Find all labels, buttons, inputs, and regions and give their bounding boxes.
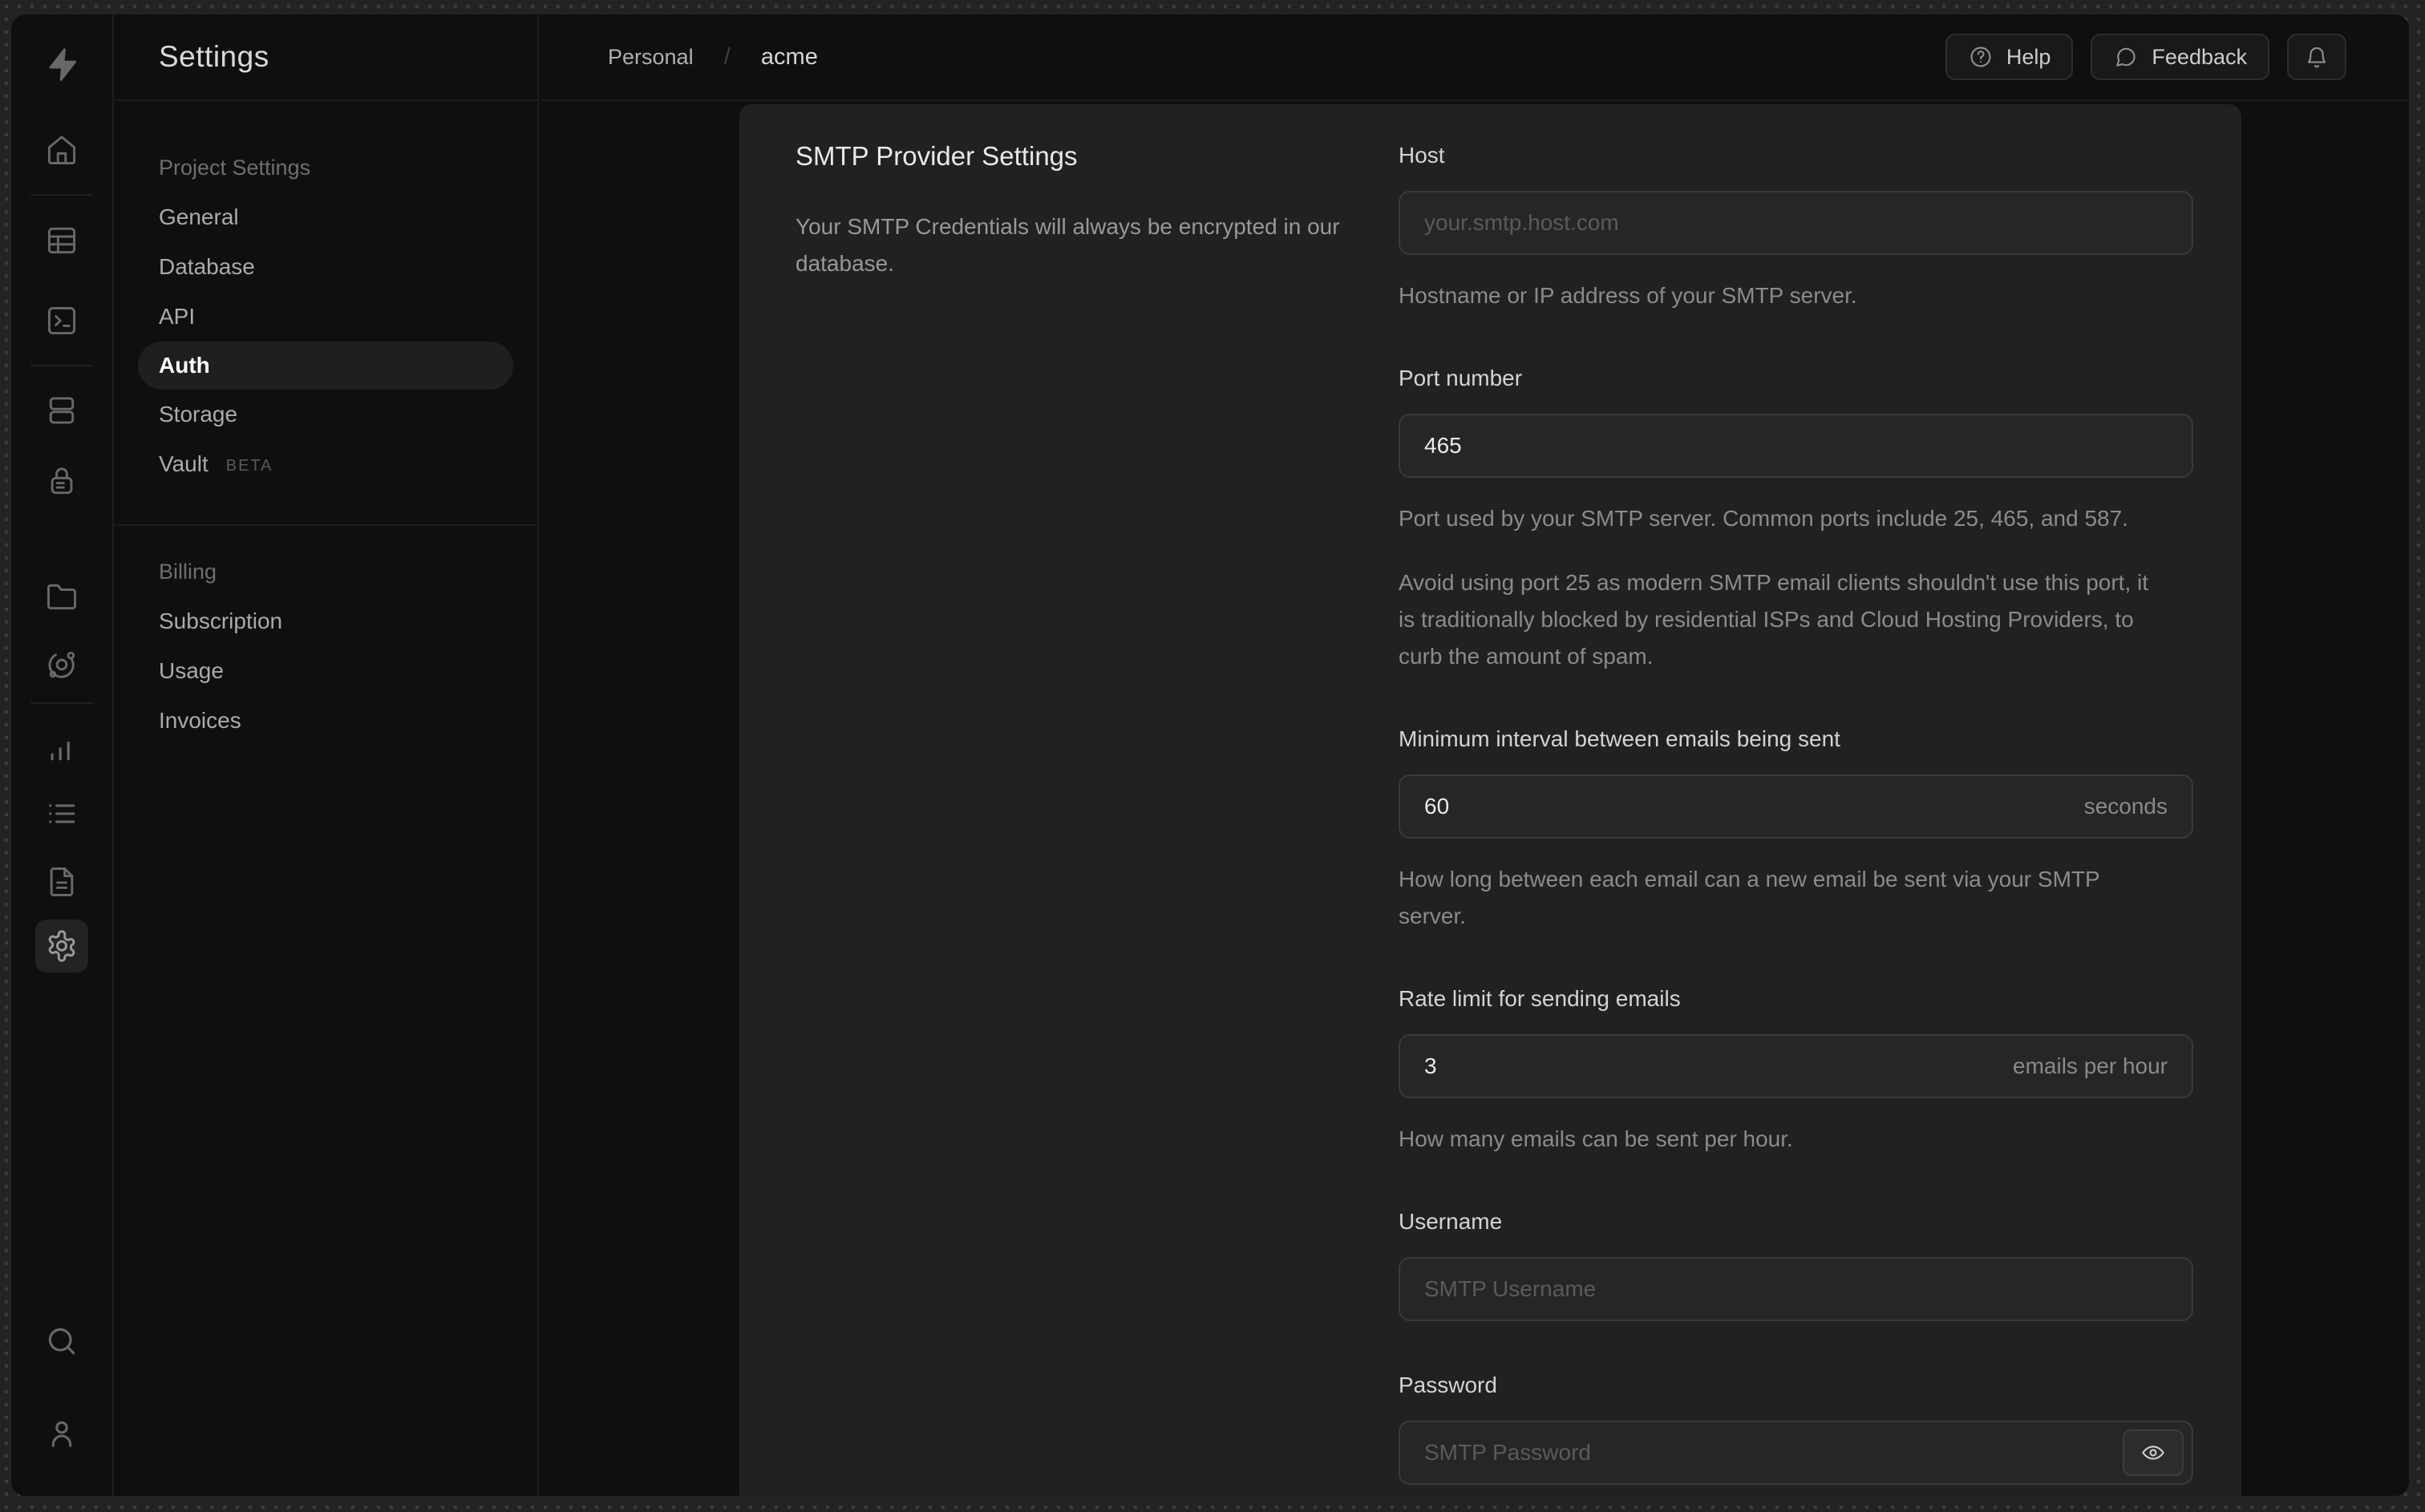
search-icon[interactable]	[35, 1315, 88, 1368]
reports-chart-icon[interactable]	[35, 722, 88, 774]
sidebar-item-database[interactable]: Database	[114, 242, 537, 292]
smtp-form: Host Hostname or IP address of your SMTP…	[1399, 141, 2193, 1496]
password-label: Password	[1399, 1373, 1497, 1397]
port-input[interactable]	[1399, 414, 2193, 478]
panel-intro: SMTP Provider Settings Your SMTP Credent…	[796, 141, 1357, 1496]
sidebar-item-vault[interactable]: Vault BETA	[114, 439, 537, 489]
bell-icon	[2307, 46, 2326, 68]
edge-functions-orbit-icon[interactable]	[35, 638, 88, 691]
interval-input[interactable]	[1399, 774, 2193, 839]
home-icon[interactable]	[35, 123, 88, 176]
supabase-logo-icon[interactable]	[43, 45, 81, 83]
rate-limit-helper: How many emails can be sent per hour.	[1399, 1126, 1793, 1151]
rate-limit-label: Rate limit for sending emails	[1399, 986, 1681, 1011]
field-password: Password	[1399, 1373, 2193, 1485]
database-icon[interactable]	[35, 384, 88, 437]
help-circle-icon	[1970, 46, 1991, 67]
sidebar-item-usage[interactable]: Usage	[114, 646, 537, 696]
main-area: Personal / acme Help Feedback SMTP Provi…	[540, 14, 2409, 1496]
password-input[interactable]	[1399, 1421, 2193, 1485]
rail-divider	[30, 365, 93, 366]
rail-divider	[30, 702, 93, 704]
user-icon[interactable]	[35, 1407, 88, 1460]
eye-icon	[2142, 1445, 2164, 1460]
table-editor-icon[interactable]	[35, 214, 88, 267]
breadcrumb: Personal / acme	[608, 43, 818, 71]
storage-folder-icon[interactable]	[35, 570, 88, 623]
auth-lock-icon[interactable]	[35, 455, 88, 507]
sidebar-item-invoices[interactable]: Invoices	[114, 696, 537, 746]
panel-title: SMTP Provider Settings	[796, 141, 1078, 171]
icon-rail	[11, 14, 114, 1496]
interval-label: Minimum interval between emails being se…	[1399, 726, 1840, 751]
sidebar-item-api[interactable]: API	[114, 292, 537, 342]
sidebar-item-storage[interactable]: Storage	[114, 390, 537, 439]
host-label: Host	[1399, 143, 1445, 168]
host-helper: Hostname or IP address of your SMTP serv…	[1399, 283, 1857, 308]
logs-list-icon[interactable]	[35, 787, 88, 840]
sidebar-item-general[interactable]: General	[114, 192, 537, 242]
rate-limit-input[interactable]	[1399, 1034, 2193, 1098]
port-helper: Port used by your SMTP server. Common po…	[1399, 506, 2128, 531]
field-interval: Minimum interval between emails being se…	[1399, 726, 2193, 935]
rail-divider	[30, 194, 93, 196]
sql-editor-icon[interactable]	[35, 294, 88, 347]
field-username: Username	[1399, 1209, 2193, 1321]
help-button[interactable]: Help	[1945, 34, 2074, 80]
menu-section-billing: Billing	[159, 560, 217, 584]
beta-badge: BETA	[225, 457, 273, 475]
app-window: Settings Project Settings General Databa…	[11, 14, 2409, 1496]
port-label: Port number	[1399, 366, 1523, 390]
project-settings-gear-icon[interactable]	[35, 920, 88, 972]
field-host: Host Hostname or IP address of your SMTP…	[1399, 143, 2193, 314]
host-input[interactable]	[1399, 191, 2193, 255]
header-actions: Help Feedback	[1945, 34, 2346, 80]
sidebar-item-subscription[interactable]: Subscription	[114, 596, 537, 646]
feedback-button[interactable]: Feedback	[2091, 34, 2269, 80]
interval-helper: How long between each email can a new em…	[1399, 867, 2100, 928]
field-rate-limit: Rate limit for sending emails emails per…	[1399, 986, 2193, 1158]
smtp-settings-panel: SMTP Provider Settings Your SMTP Credent…	[739, 104, 2241, 1496]
breadcrumb-project[interactable]: acme	[761, 44, 818, 71]
port-note: Avoid using port 25 as modern SMTP email…	[1399, 570, 2149, 669]
menu-divider	[114, 524, 537, 526]
chat-bubble-icon	[2116, 47, 2136, 67]
username-label: Username	[1399, 1209, 1503, 1234]
menu-section-project-settings: Project Settings	[159, 156, 311, 180]
username-input[interactable]	[1399, 1257, 2193, 1321]
sidebar-title: Settings	[159, 40, 269, 73]
settings-menu: Project Settings General Database API Au…	[114, 101, 537, 746]
field-port: Port number Port used by your SMTP serve…	[1399, 366, 2193, 675]
sidebar-item-auth[interactable]: Auth	[138, 342, 513, 390]
sidebar-header: Settings	[114, 14, 537, 101]
panel-description: Your SMTP Credentials will always be enc…	[796, 214, 1340, 276]
breadcrumb-separator: /	[723, 43, 731, 70]
api-docs-file-icon[interactable]	[35, 855, 88, 908]
main-header: Personal / acme Help Feedback	[540, 14, 2409, 101]
breadcrumb-org[interactable]: Personal	[608, 45, 694, 70]
settings-sidebar: Settings Project Settings General Databa…	[114, 14, 539, 1496]
reveal-password-button[interactable]	[2123, 1429, 2184, 1476]
notifications-button[interactable]	[2287, 34, 2346, 80]
